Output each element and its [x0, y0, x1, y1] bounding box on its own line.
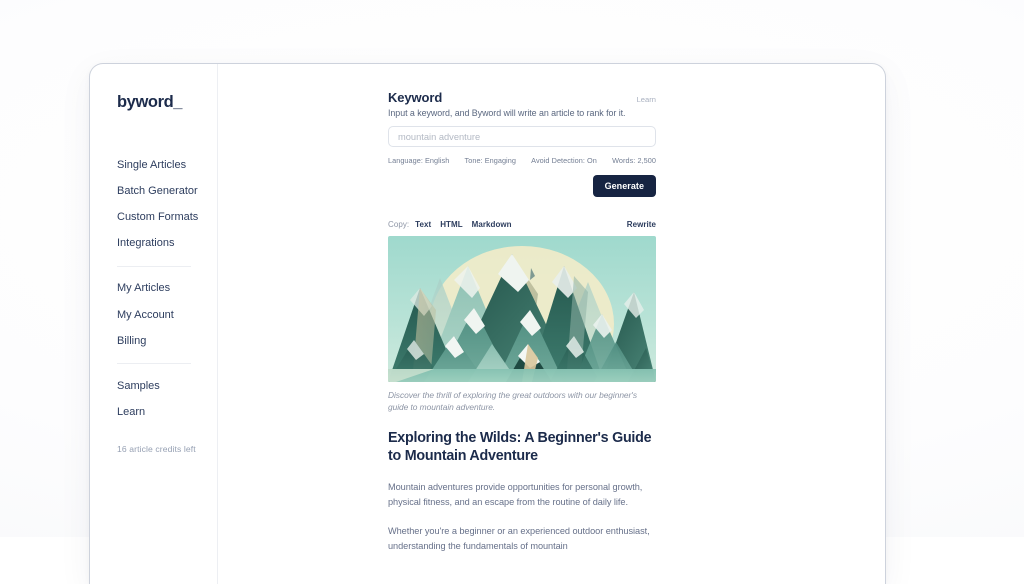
meta-tone[interactable]: Tone: Engaging [465, 156, 516, 165]
article-title: Exploring the Wilds: A Beginner's Guide … [388, 430, 656, 465]
sidebar-item-batch-generator[interactable]: Batch Generator [117, 178, 217, 204]
article-paragraph-2: Whether you're a beginner or an experien… [388, 524, 656, 554]
copy-toolbar: Copy: Text HTML Markdown Rewrite [388, 220, 656, 229]
copy-as-markdown-button[interactable]: Markdown [472, 220, 512, 229]
meta-words[interactable]: Words: 2,500 [612, 156, 656, 165]
app-window: byword_ Single Articles Batch Generator … [89, 63, 886, 584]
generate-button[interactable]: Generate [593, 175, 656, 197]
page-title: Keyword [388, 90, 442, 105]
sidebar-item-my-account[interactable]: My Account [117, 302, 217, 328]
sidebar-divider-2 [117, 363, 191, 364]
sidebar-item-learn[interactable]: Learn [117, 400, 217, 426]
sidebar-item-custom-formats[interactable]: Custom Formats [117, 204, 217, 230]
content-column: Keyword Learn Input a keyword, and Bywor… [388, 64, 656, 553]
sidebar-item-single-articles[interactable]: Single Articles [117, 152, 217, 178]
copy-as-html-button[interactable]: HTML [440, 220, 462, 229]
sidebar-nav-primary: Single Articles Batch Generator Custom F… [90, 152, 217, 257]
keyword-subtitle: Input a keyword, and Byword will write a… [388, 108, 656, 118]
article-credits-status: 16 article credits left [90, 426, 217, 454]
learn-link[interactable]: Learn [637, 95, 656, 104]
mountain-range-illustration [388, 236, 656, 382]
article-paragraph-1: Mountain adventures provide opportunitie… [388, 480, 656, 510]
sidebar-item-billing[interactable]: Billing [117, 328, 217, 354]
keyword-header: Keyword Learn [388, 90, 656, 105]
copy-label: Copy: [388, 220, 409, 229]
sidebar: byword_ Single Articles Batch Generator … [90, 64, 218, 584]
article-caption: Discover the thrill of exploring the gre… [388, 389, 656, 413]
sidebar-item-samples[interactable]: Samples [117, 373, 217, 399]
rewrite-button[interactable]: Rewrite [627, 220, 656, 229]
brand-logo[interactable]: byword_ [90, 87, 217, 112]
meta-avoid-detection[interactable]: Avoid Detection: On [531, 156, 597, 165]
main-content: Keyword Learn Input a keyword, and Bywor… [218, 64, 885, 584]
sidebar-nav-account: My Articles My Account Billing [90, 276, 217, 355]
keyword-meta-row: Language: English Tone: Engaging Avoid D… [388, 156, 656, 165]
meta-language[interactable]: Language: English [388, 156, 449, 165]
copy-as-text-button[interactable]: Text [415, 220, 431, 229]
sidebar-item-my-articles[interactable]: My Articles [117, 276, 217, 302]
keyword-input[interactable] [388, 126, 656, 147]
keyword-actions: Generate [388, 175, 656, 197]
sidebar-item-integrations[interactable]: Integrations [117, 231, 217, 257]
sidebar-nav-resources: Samples Learn [90, 373, 217, 425]
sidebar-divider-1 [117, 266, 191, 267]
